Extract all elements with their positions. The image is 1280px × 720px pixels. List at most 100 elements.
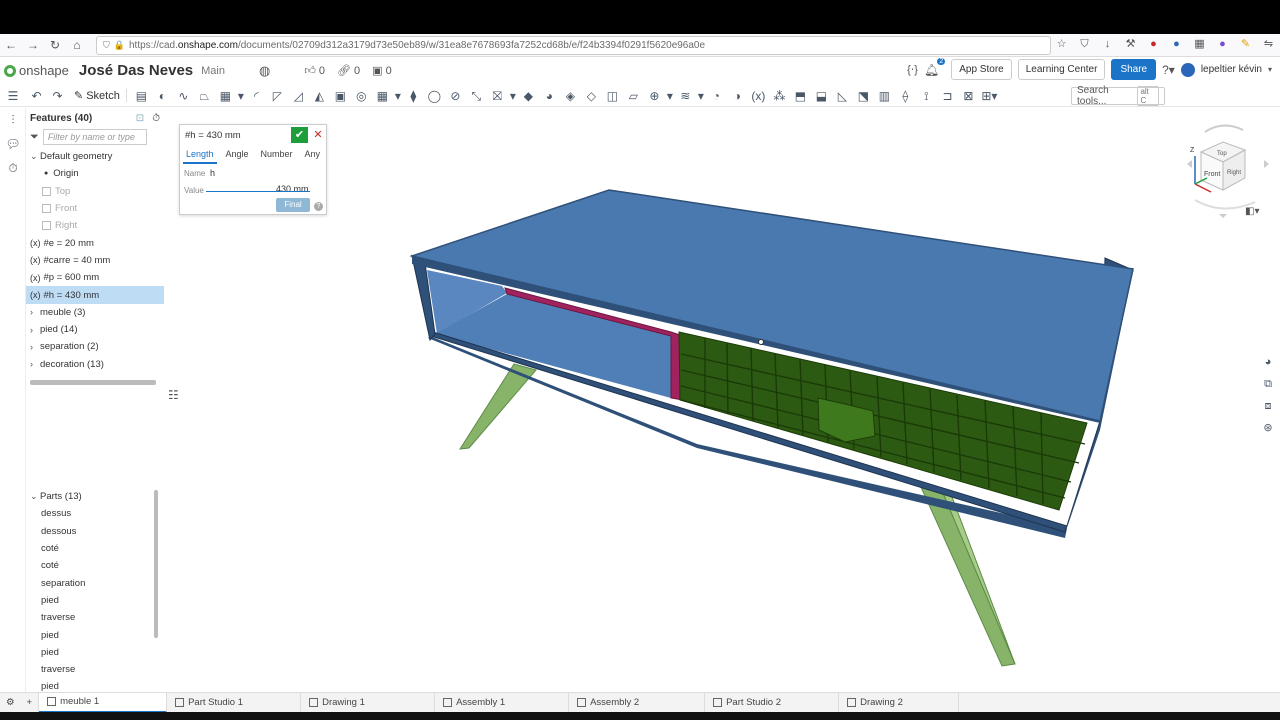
tab-angle[interactable]: Angle: [222, 147, 251, 164]
chevron-right-icon[interactable]: ›: [30, 307, 40, 317]
tab-drawing-1[interactable]: Drawing 1: [301, 692, 436, 713]
search-tools-input[interactable]: Search tools... alt C: [1071, 85, 1165, 107]
chamfer-icon[interactable]: ◸: [267, 86, 288, 106]
render-studio-icon[interactable]: ⧈: [1260, 398, 1276, 414]
code-braces-icon[interactable]: {⋅}: [907, 63, 918, 76]
delete-part-icon[interactable]: ⛝: [487, 86, 508, 106]
tab-number[interactable]: Number: [257, 147, 295, 164]
sketch-button[interactable]: ✎ Sketch: [68, 89, 127, 102]
tree-item-variable-h[interactable]: (x) #h = 430 mm: [26, 286, 164, 304]
configurations-icon[interactable]: ⧉: [1260, 376, 1276, 392]
cut-list-icon[interactable]: ▥: [874, 86, 895, 106]
measure-icon[interactable]: ◔: [706, 86, 727, 106]
split-icon[interactable]: ⊘: [445, 86, 466, 106]
draft-icon[interactable]: ◿: [288, 86, 309, 106]
list-item[interactable]: coté: [26, 557, 164, 574]
view-cube-arrow-down[interactable]: [1219, 214, 1227, 218]
list-item[interactable]: separation: [26, 574, 164, 591]
extrude-icon[interactable]: ▤: [131, 86, 152, 106]
dropdown-chevron-icon[interactable]: ▾: [508, 86, 518, 106]
feature-filter-input[interactable]: Filter by name or type: [42, 129, 147, 145]
dropdown-chevron-icon[interactable]: ▾: [665, 86, 675, 106]
list-item[interactable]: traverse: [26, 661, 164, 678]
like-count[interactable]: 👍︎ 0: [304, 64, 325, 77]
thicken-icon[interactable]: ▦: [215, 86, 236, 106]
tab-bar-settings-icon[interactable]: ⚙: [0, 693, 21, 713]
tab-part-studio-2[interactable]: Part Studio 2: [705, 692, 840, 713]
tab-meuble-1[interactable]: meuble 1: [39, 692, 168, 713]
tree-item-default-geometry[interactable]: ⌄ Default geometry: [26, 148, 164, 165]
chevron-down-icon[interactable]: ⌄: [30, 151, 40, 162]
name-field[interactable]: h: [210, 168, 215, 178]
user-name[interactable]: lepeltier kévin: [1201, 64, 1262, 75]
comment-icon[interactable]: 💬︎: [0, 132, 26, 156]
avatar[interactable]: [1180, 62, 1195, 77]
tree-folder-meuble[interactable]: › meuble (3): [26, 304, 164, 321]
undo-icon[interactable]: ↶: [26, 86, 47, 106]
final-button[interactable]: Final: [276, 198, 310, 212]
rollback-icon[interactable]: ⊡: [136, 113, 144, 124]
tree-item-variable-e[interactable]: (x) #e = 20 mm: [26, 234, 164, 251]
offset-surface-icon[interactable]: ◫: [602, 86, 623, 106]
reload-icon[interactable]: ↻: [44, 38, 66, 52]
add-tab-icon[interactable]: +: [21, 692, 40, 713]
view-cube-graphic[interactable]: Top Front Right Z: [1183, 122, 1273, 222]
feature-list-toggle-icon[interactable]: ☰: [0, 86, 26, 106]
helix-icon[interactable]: ≋: [675, 86, 696, 106]
list-item[interactable]: traverse: [26, 609, 164, 626]
tab-any[interactable]: Any: [301, 147, 323, 164]
surface-icon[interactable]: ⟠: [895, 86, 916, 106]
cancel-x-icon[interactable]: ✕: [311, 127, 325, 143]
sweep-icon[interactable]: ∿: [173, 86, 194, 106]
extension-red-icon[interactable]: ●: [1145, 36, 1162, 53]
route-icon[interactable]: ⟟: [916, 86, 937, 106]
wrench-icon[interactable]: ⚒: [1122, 36, 1139, 53]
plane-icon[interactable]: ▱: [623, 86, 644, 106]
loft-icon[interactable]: ⏢: [194, 86, 215, 106]
mate-connector-icon[interactable]: ⊕: [644, 86, 665, 106]
parts-list-scrollbar[interactable]: [154, 490, 158, 638]
mirror-icon[interactable]: ⧫: [403, 86, 424, 106]
fillet-icon[interactable]: ◜: [246, 86, 267, 106]
tree-folder-decoration[interactable]: › decoration (13): [26, 356, 164, 373]
transform-icon[interactable]: ⤡: [466, 86, 487, 106]
graphics-viewport[interactable]: [185, 108, 1255, 692]
tree-item-variable-carre[interactable]: (x) #carre = 40 mm: [26, 252, 164, 269]
list-item[interactable]: dessous: [26, 523, 164, 540]
list-item[interactable]: pied: [26, 644, 164, 661]
filter-icon[interactable]: ⏷: [30, 131, 39, 144]
view-cube[interactable]: Top Front Right Z ◧▾: [1183, 122, 1273, 222]
feature-panel-scrollbar[interactable]: [30, 380, 156, 385]
parts-header[interactable]: ⌄ Parts (13): [26, 488, 164, 505]
revolve-icon[interactable]: ◐: [152, 86, 173, 106]
value-field[interactable]: 430 mm: [276, 184, 309, 194]
pocket-icon[interactable]: ⛉: [1076, 36, 1093, 53]
chevron-down-icon[interactable]: ⌄: [30, 491, 40, 502]
tab-assembly-2[interactable]: Assembly 2: [569, 692, 706, 713]
view-options-icon[interactable]: ◧▾: [1245, 206, 1259, 217]
hole-icon[interactable]: ◎: [351, 86, 372, 106]
custom-feature-icon[interactable]: ⊠: [958, 86, 979, 106]
tree-folder-separation[interactable]: › separation (2): [26, 338, 164, 355]
modify-fillet-icon[interactable]: ◕: [539, 86, 560, 106]
list-item[interactable]: pied: [26, 626, 164, 643]
trim-icon[interactable]: ⬔: [853, 86, 874, 106]
chevron-right-icon[interactable]: ›: [30, 325, 40, 335]
confirm-check-icon[interactable]: ✔: [291, 127, 308, 143]
tab-length[interactable]: Length: [182, 147, 217, 164]
gusset-icon[interactable]: ◺: [832, 86, 853, 106]
version-count[interactable]: ▣ 0: [372, 64, 392, 77]
chevron-right-icon[interactable]: ›: [30, 342, 40, 352]
extension-translate-icon[interactable]: ⇋: [1260, 36, 1277, 53]
tab-drawing-2[interactable]: Drawing 2: [839, 692, 960, 713]
view-cube-orbit-ring[interactable]: [1204, 124, 1244, 133]
tree-folder-pied[interactable]: › pied (14): [26, 321, 164, 338]
extension-blue-icon[interactable]: ●: [1168, 36, 1185, 53]
variable-icon[interactable]: (x): [748, 86, 769, 106]
share-button[interactable]: Share: [1111, 59, 1157, 80]
view-cube-arrow-right[interactable]: [1264, 160, 1269, 168]
notification-bell-icon[interactable]: 🔔︎ 2: [924, 57, 946, 77]
dropdown-chevron-icon[interactable]: ▾: [393, 86, 403, 106]
redo-icon[interactable]: ↷: [47, 86, 68, 106]
rib-icon[interactable]: ◭: [309, 86, 330, 106]
